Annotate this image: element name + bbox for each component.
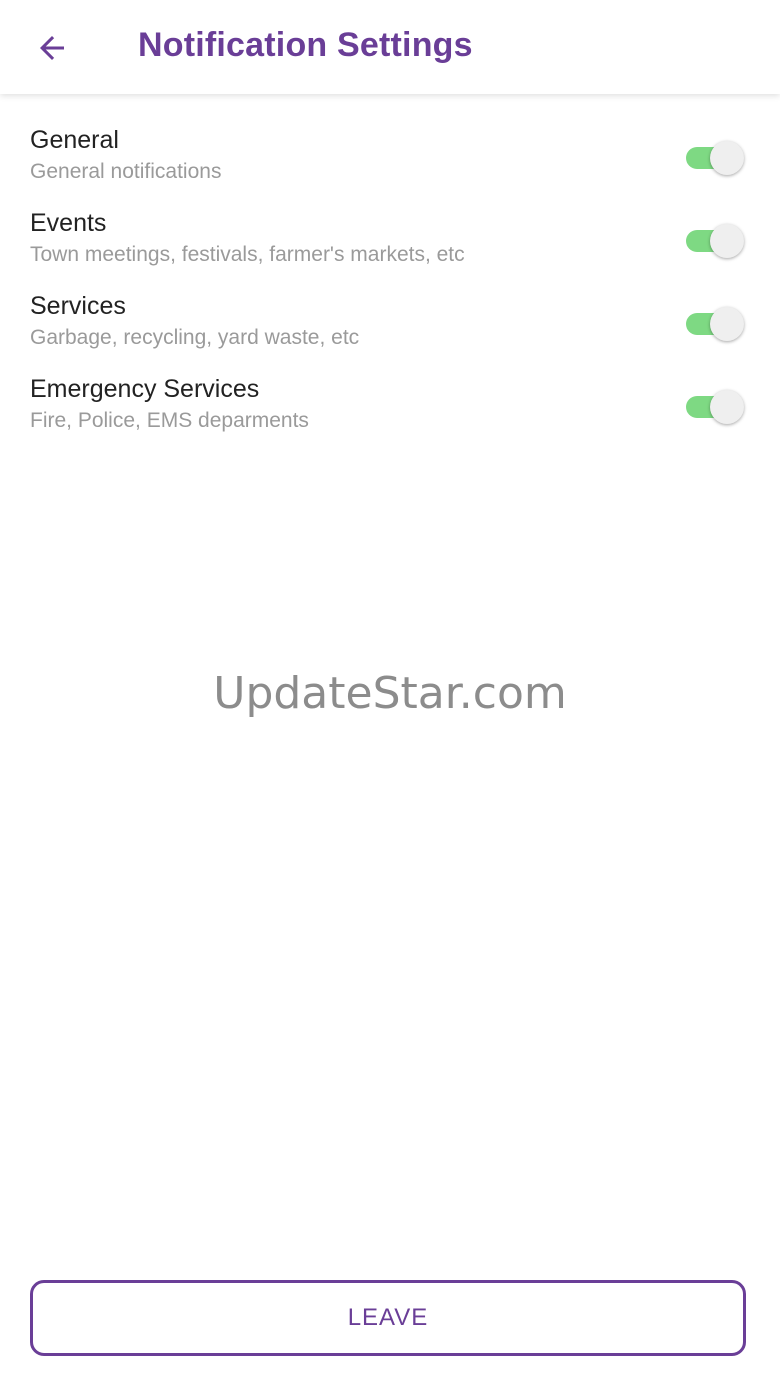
toggle-thumb bbox=[710, 390, 744, 424]
setting-description: Fire, Police, EMS deparments bbox=[30, 409, 309, 432]
toggle-emergency-services[interactable] bbox=[686, 390, 746, 424]
leave-button[interactable]: LEAVE bbox=[30, 1280, 746, 1356]
setting-title: Emergency Services bbox=[30, 375, 260, 403]
back-button[interactable] bbox=[28, 24, 76, 72]
toggle-services[interactable] bbox=[686, 307, 746, 341]
arrow-left-icon bbox=[40, 36, 64, 60]
setting-description: Town meetings, festivals, farmer's marke… bbox=[30, 243, 465, 266]
page-title: Notification Settings bbox=[138, 26, 473, 64]
app-bar: Notification Settings bbox=[0, 0, 780, 94]
setting-description: General notifications bbox=[30, 160, 222, 183]
toggle-general[interactable] bbox=[686, 141, 746, 175]
toggle-thumb bbox=[710, 307, 744, 341]
watermark: UpdateStar.com bbox=[213, 668, 567, 719]
setting-row-events: Events Town meetings, festivals, farmer'… bbox=[0, 203, 780, 286]
notification-settings-list: General General notifications Events Tow… bbox=[0, 120, 780, 452]
toggle-thumb bbox=[710, 141, 744, 175]
setting-title: Events bbox=[30, 209, 107, 237]
setting-row-services: Services Garbage, recycling, yard waste,… bbox=[0, 286, 780, 369]
setting-row-emergency-services: Emergency Services Fire, Police, EMS dep… bbox=[0, 369, 780, 452]
setting-title: Services bbox=[30, 292, 126, 320]
setting-description: Garbage, recycling, yard waste, etc bbox=[30, 326, 360, 349]
setting-title: General bbox=[30, 126, 119, 154]
setting-row-general: General General notifications bbox=[0, 120, 780, 203]
toggle-thumb bbox=[710, 224, 744, 258]
toggle-events[interactable] bbox=[686, 224, 746, 258]
